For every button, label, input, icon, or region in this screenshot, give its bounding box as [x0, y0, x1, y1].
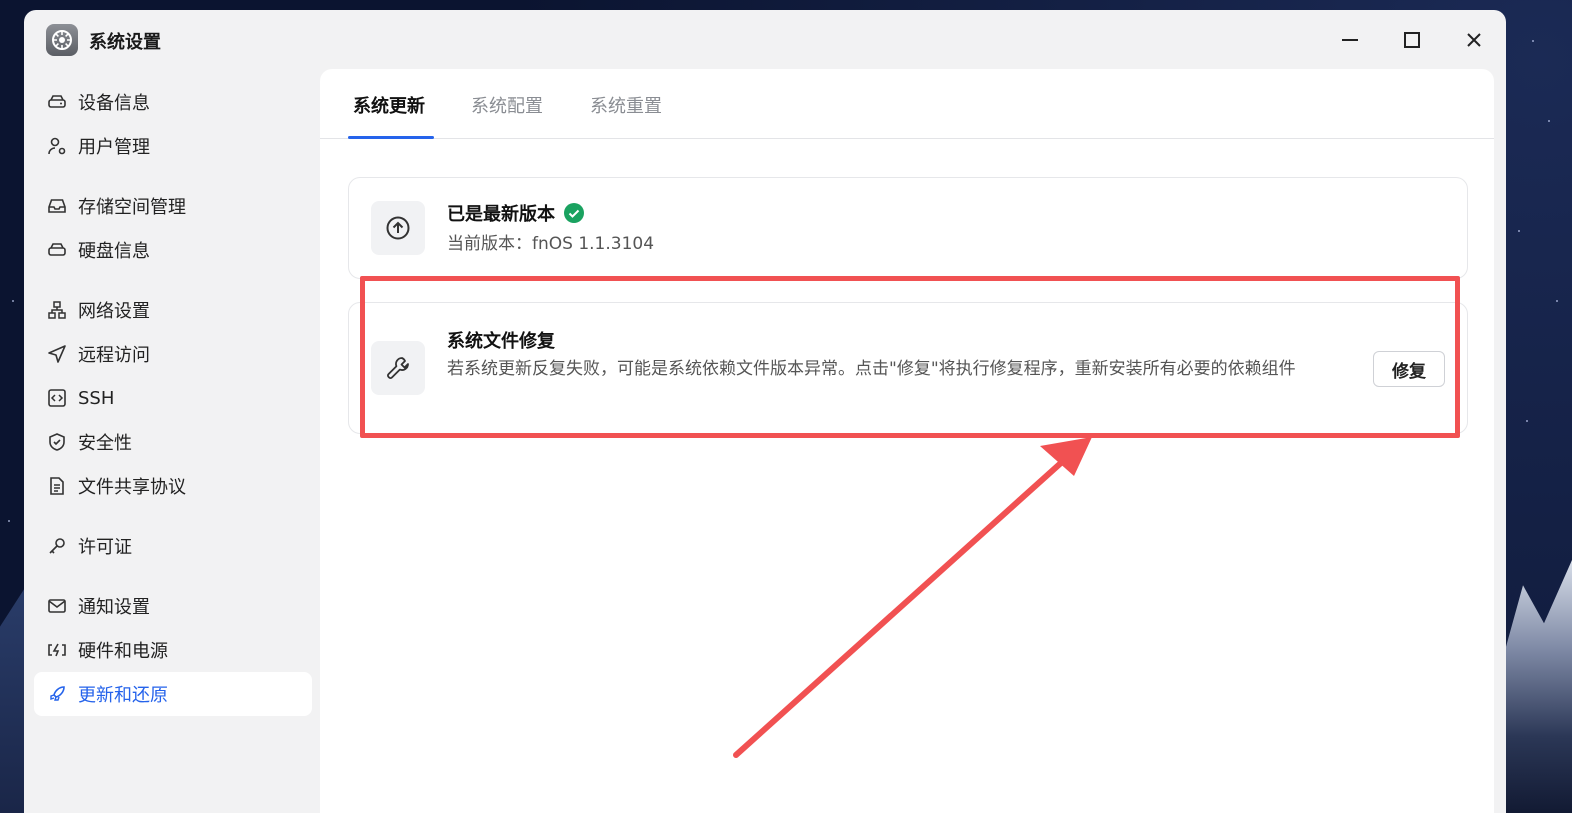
minimize-icon [1342, 39, 1358, 41]
update-status-title: 已是最新版本 [447, 200, 585, 226]
close-button[interactable] [1460, 26, 1488, 54]
sidebar-item-label: 存储空间管理 [78, 197, 186, 218]
current-version-text: 当前版本：fnOS 1.1.3104 [447, 234, 655, 254]
sidebar-item-label: 网络设置 [78, 301, 150, 322]
sidebar-item-label: 更新和还原 [78, 685, 168, 706]
maximize-icon [1404, 32, 1420, 48]
content-panel: 系统更新 系统配置 系统重置 已是最新版本 当前版本：fnOS 1.1.3104… [320, 69, 1494, 813]
tab-system-config[interactable]: 系统配置 [471, 92, 543, 118]
tab-bar: 系统更新 系统配置 系统重置 [320, 69, 1494, 139]
key-icon [46, 535, 68, 557]
sidebar-item-update-restore[interactable]: 更新和还原 [34, 672, 312, 716]
window-title: 系统设置 [89, 32, 161, 53]
hard-disk-icon [46, 239, 68, 261]
sidebar-item-security[interactable]: 安全性 [34, 420, 312, 464]
close-icon [1467, 33, 1481, 47]
mountain-right [1502, 560, 1572, 813]
check-circle-icon [564, 203, 584, 223]
sidebar-item-license[interactable]: 许可证 [34, 524, 312, 568]
sidebar-item-device-info[interactable]: 设备信息 [34, 80, 312, 124]
power-bolt-icon [46, 639, 68, 661]
tab-system-reset[interactable]: 系统重置 [590, 92, 662, 118]
document-icon [46, 475, 68, 497]
repair-button[interactable]: 修复 [1373, 351, 1445, 387]
arrow-up-circle-icon [371, 201, 425, 255]
network-icon [46, 299, 68, 321]
title-bar[interactable]: 系统设置 [24, 10, 1506, 70]
send-icon [46, 343, 68, 365]
wrench-icon [371, 341, 425, 395]
gear-icon [46, 24, 78, 56]
sidebar-item-file-sharing[interactable]: 文件共享协议 [34, 464, 312, 508]
sidebar-item-remote-access[interactable]: 远程访问 [34, 332, 312, 376]
repair-title: 系统文件修复 [447, 331, 555, 352]
sidebar-item-label: SSH [78, 387, 115, 409]
update-status-card: 已是最新版本 当前版本：fnOS 1.1.3104 [348, 177, 1468, 279]
drive-icon [46, 91, 68, 113]
sidebar-item-label: 通知设置 [78, 597, 150, 618]
tab-system-update[interactable]: 系统更新 [353, 92, 425, 118]
sidebar-item-network[interactable]: 网络设置 [34, 288, 312, 332]
sidebar-item-label: 许可证 [78, 537, 132, 558]
sidebar: 设备信息 用户管理 存储空间管理 硬盘信息 网络设置 远程访问 SSH 安全性 … [34, 80, 312, 716]
user-gear-icon [46, 135, 68, 157]
code-bracket-icon [46, 387, 68, 409]
sidebar-item-label: 远程访问 [78, 345, 150, 366]
mail-icon [46, 595, 68, 617]
maximize-button[interactable] [1398, 26, 1426, 54]
shield-check-icon [46, 431, 68, 453]
sidebar-item-label: 设备信息 [78, 93, 150, 114]
system-file-repair-card: 系统文件修复 若系统更新反复失败，可能是系统依赖文件版本异常。点击"修复"将执行… [348, 302, 1468, 434]
sidebar-item-label: 安全性 [78, 433, 132, 454]
settings-window: 系统设置 设备信息 用户管理 存储空间管理 硬盘信息 网络设置 远程访问 SSH… [24, 10, 1506, 813]
sidebar-item-disk-info[interactable]: 硬盘信息 [34, 228, 312, 272]
active-tab-indicator [348, 136, 434, 139]
sidebar-item-ssh[interactable]: SSH [34, 376, 312, 420]
repair-description: 若系统更新反复失败，可能是系统依赖文件版本异常。点击"修复"将执行修复程序，重新… [447, 359, 1296, 379]
sidebar-item-user-management[interactable]: 用户管理 [34, 124, 312, 168]
sidebar-item-notifications[interactable]: 通知设置 [34, 584, 312, 628]
sidebar-item-label: 用户管理 [78, 137, 150, 158]
sidebar-item-label: 硬件和电源 [78, 641, 168, 662]
minimize-button[interactable] [1336, 26, 1364, 54]
inbox-tray-icon [46, 195, 68, 217]
sidebar-item-storage[interactable]: 存储空间管理 [34, 184, 312, 228]
rocket-icon [46, 683, 68, 705]
sidebar-item-label: 文件共享协议 [78, 477, 186, 498]
sidebar-item-hardware-power[interactable]: 硬件和电源 [34, 628, 312, 672]
sidebar-item-label: 硬盘信息 [78, 241, 150, 262]
